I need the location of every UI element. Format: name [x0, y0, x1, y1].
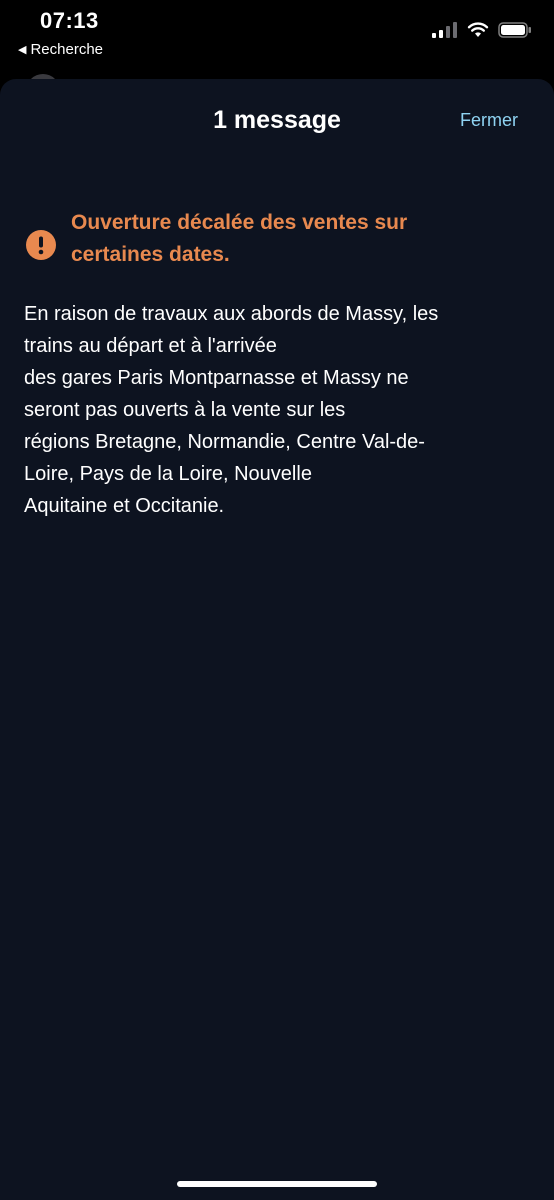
home-indicator[interactable]	[177, 1181, 377, 1187]
message-body-line: seront pas ouverts à la vente sur les	[24, 399, 346, 421]
message-body-line: trains au départ et à l'arrivée	[24, 335, 277, 357]
back-arrow-icon: ◀	[18, 44, 27, 56]
back-link-label: Recherche	[30, 41, 104, 58]
close-button[interactable]: Fermer	[460, 110, 518, 131]
status-icons	[432, 22, 532, 38]
battery-icon	[498, 22, 531, 38]
wifi-icon	[467, 22, 489, 37]
message-body-line: des gares Paris Montparnasse et Massy ne	[24, 367, 409, 389]
message-body-line: Loire, Pays de la Loire, Nouvelle	[24, 463, 312, 485]
alert-title-line: Ouverture décalée des ventes sur	[71, 211, 408, 234]
alert-title: Ouverture décalée des ventes sur certain…	[71, 207, 511, 271]
message-body-line: Aquitaine et Occitanie.	[24, 495, 225, 517]
message-body: En raison de travaux aux abords de Massy…	[24, 298, 524, 522]
exclamation-circle-icon	[26, 230, 56, 260]
message-body-line: régions Bretagne, Normandie, Centre Val-…	[24, 431, 425, 453]
message-sheet: 1 message Fermer Ouverture décalée des v…	[0, 79, 554, 1200]
status-time: 07:13	[40, 8, 99, 33]
alert-title-line: certaines dates.	[71, 243, 230, 266]
cellular-signal-icon	[432, 22, 457, 38]
back-to-search-link[interactable]: ◀ Recherche	[18, 41, 103, 58]
message-body-line: En raison de travaux aux abords de Massy…	[24, 303, 439, 325]
status-bar: 07:13 ◀ Recherche	[0, 0, 554, 70]
